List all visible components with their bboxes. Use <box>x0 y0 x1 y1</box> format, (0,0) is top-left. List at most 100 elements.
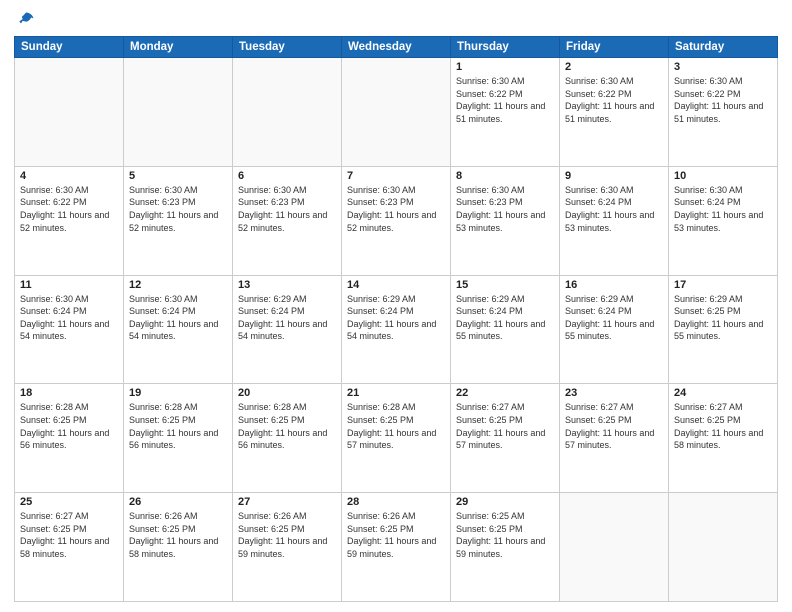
day-cell: 29 Sunrise: 6:25 AMSunset: 6:25 PMDayligh… <box>451 493 560 602</box>
week-row-1: 1 Sunrise: 6:30 AMSunset: 6:22 PMDaylight… <box>15 58 778 167</box>
day-number: 12 <box>129 279 227 291</box>
day-number: 23 <box>565 387 663 399</box>
day-cell: 8 Sunrise: 6:30 AMSunset: 6:23 PMDaylight… <box>451 166 560 275</box>
day-number: 17 <box>674 279 772 291</box>
day-number: 13 <box>238 279 336 291</box>
day-info: Sunrise: 6:28 AMSunset: 6:25 PMDaylight:… <box>347 401 445 451</box>
day-info: Sunrise: 6:26 AMSunset: 6:25 PMDaylight:… <box>347 510 445 560</box>
day-number: 18 <box>20 387 118 399</box>
weekday-header-row: SundayMondayTuesdayWednesdayThursdayFrid… <box>15 37 778 58</box>
calendar-table: SundayMondayTuesdayWednesdayThursdayFrid… <box>14 36 778 602</box>
day-cell: 15 Sunrise: 6:29 AMSunset: 6:24 PMDayligh… <box>451 275 560 384</box>
day-cell <box>15 58 124 167</box>
day-number: 24 <box>674 387 772 399</box>
day-number: 5 <box>129 170 227 182</box>
day-cell: 5 Sunrise: 6:30 AMSunset: 6:23 PMDaylight… <box>124 166 233 275</box>
day-cell: 6 Sunrise: 6:30 AMSunset: 6:23 PMDaylight… <box>233 166 342 275</box>
day-cell: 17Sunrise: 6:29 AMSunset: 6:25 PMDayligh… <box>669 275 778 384</box>
day-number: 4 <box>20 170 118 182</box>
day-cell: 16Sunrise: 6:29 AMSunset: 6:24 PMDayligh… <box>560 275 669 384</box>
day-cell: 4 Sunrise: 6:30 AMSunset: 6:22 PMDaylight… <box>15 166 124 275</box>
day-cell: 12 Sunrise: 6:30 AMSunset: 6:24 PMDayligh… <box>124 275 233 384</box>
day-info: Sunrise: 6:30 AMSunset: 6:23 PMDaylight:… <box>129 184 227 234</box>
day-cell <box>233 58 342 167</box>
day-cell: 7 Sunrise: 6:30 AMSunset: 6:23 PMDaylight… <box>342 166 451 275</box>
week-row-5: 25Sunrise: 6:27 AMSunset: 6:25 PMDayligh… <box>15 493 778 602</box>
day-number: 29 <box>456 496 554 508</box>
day-info: Sunrise: 6:29 AMSunset: 6:24 PMDaylight:… <box>456 293 554 343</box>
weekday-header-monday: Monday <box>124 37 233 58</box>
day-number: 16 <box>565 279 663 291</box>
day-cell: 18 Sunrise: 6:28 AMSunset: 6:25 PMDayligh… <box>15 384 124 493</box>
day-number: 20 <box>238 387 336 399</box>
day-number: 2 <box>565 61 663 73</box>
day-info: Sunrise: 6:30 AMSunset: 6:24 PMDaylight:… <box>129 293 227 343</box>
day-number: 6 <box>238 170 336 182</box>
day-info: Sunrise: 6:30 AMSunset: 6:22 PMDaylight:… <box>456 75 554 125</box>
day-number: 25 <box>20 496 118 508</box>
day-info: Sunrise: 6:30 AMSunset: 6:22 PMDaylight:… <box>565 75 663 125</box>
day-number: 10 <box>674 170 772 182</box>
day-info: Sunrise: 6:27 AMSunset: 6:25 PMDaylight:… <box>456 401 554 451</box>
day-cell: 26Sunrise: 6:26 AMSunset: 6:25 PMDayligh… <box>124 493 233 602</box>
page: SundayMondayTuesdayWednesdayThursdayFrid… <box>0 0 792 612</box>
day-info: Sunrise: 6:30 AMSunset: 6:23 PMDaylight:… <box>238 184 336 234</box>
day-number: 11 <box>20 279 118 291</box>
day-info: Sunrise: 6:30 AMSunset: 6:23 PMDaylight:… <box>456 184 554 234</box>
day-info: Sunrise: 6:30 AMSunset: 6:22 PMDaylight:… <box>674 75 772 125</box>
day-number: 27 <box>238 496 336 508</box>
day-info: Sunrise: 6:26 AMSunset: 6:25 PMDaylight:… <box>238 510 336 560</box>
day-cell: 9Sunrise: 6:30 AMSunset: 6:24 PMDaylight… <box>560 166 669 275</box>
day-number: 22 <box>456 387 554 399</box>
day-number: 1 <box>456 61 554 73</box>
day-cell <box>669 493 778 602</box>
day-info: Sunrise: 6:30 AMSunset: 6:24 PMDaylight:… <box>674 184 772 234</box>
day-number: 19 <box>129 387 227 399</box>
day-number: 3 <box>674 61 772 73</box>
day-cell: 1 Sunrise: 6:30 AMSunset: 6:22 PMDaylight… <box>451 58 560 167</box>
day-info: Sunrise: 6:30 AMSunset: 6:23 PMDaylight:… <box>347 184 445 234</box>
day-cell: 3 Sunrise: 6:30 AMSunset: 6:22 PMDaylight… <box>669 58 778 167</box>
day-cell: 13 Sunrise: 6:29 AMSunset: 6:24 PMDayligh… <box>233 275 342 384</box>
day-number: 28 <box>347 496 445 508</box>
day-number: 7 <box>347 170 445 182</box>
day-cell: 28 Sunrise: 6:26 AMSunset: 6:25 PMDayligh… <box>342 493 451 602</box>
day-cell <box>124 58 233 167</box>
day-cell: 23 Sunrise: 6:27 AMSunset: 6:25 PMDayligh… <box>560 384 669 493</box>
calendar-body: 1 Sunrise: 6:30 AMSunset: 6:22 PMDaylight… <box>15 58 778 602</box>
day-number: 26 <box>129 496 227 508</box>
week-row-2: 4 Sunrise: 6:30 AMSunset: 6:22 PMDaylight… <box>15 166 778 275</box>
day-cell: 11 Sunrise: 6:30 AMSunset: 6:24 PMDayligh… <box>15 275 124 384</box>
logo <box>14 10 36 30</box>
day-cell: 22 Sunrise: 6:27 AMSunset: 6:25 PMDayligh… <box>451 384 560 493</box>
day-cell: 25Sunrise: 6:27 AMSunset: 6:25 PMDayligh… <box>15 493 124 602</box>
day-info: Sunrise: 6:25 AMSunset: 6:25 PMDaylight:… <box>456 510 554 560</box>
day-number: 8 <box>456 170 554 182</box>
week-row-4: 18 Sunrise: 6:28 AMSunset: 6:25 PMDayligh… <box>15 384 778 493</box>
day-cell: 19 Sunrise: 6:28 AMSunset: 6:25 PMDayligh… <box>124 384 233 493</box>
weekday-header-sunday: Sunday <box>15 37 124 58</box>
day-number: 21 <box>347 387 445 399</box>
week-row-3: 11 Sunrise: 6:30 AMSunset: 6:24 PMDayligh… <box>15 275 778 384</box>
day-info: Sunrise: 6:28 AMSunset: 6:25 PMDaylight:… <box>129 401 227 451</box>
weekday-header-tuesday: Tuesday <box>233 37 342 58</box>
day-info: Sunrise: 6:29 AMSunset: 6:24 PMDaylight:… <box>347 293 445 343</box>
day-number: 14 <box>347 279 445 291</box>
weekday-header-wednesday: Wednesday <box>342 37 451 58</box>
weekday-header-saturday: Saturday <box>669 37 778 58</box>
day-info: Sunrise: 6:28 AMSunset: 6:25 PMDaylight:… <box>20 401 118 451</box>
day-number: 15 <box>456 279 554 291</box>
day-number: 9 <box>565 170 663 182</box>
day-cell: 21 Sunrise: 6:28 AMSunset: 6:25 PMDayligh… <box>342 384 451 493</box>
day-cell: 10 Sunrise: 6:30 AMSunset: 6:24 PMDayligh… <box>669 166 778 275</box>
weekday-header-friday: Friday <box>560 37 669 58</box>
day-info: Sunrise: 6:27 AMSunset: 6:25 PMDaylight:… <box>565 401 663 451</box>
day-info: Sunrise: 6:29 AMSunset: 6:24 PMDaylight:… <box>238 293 336 343</box>
day-cell: 20Sunrise: 6:28 AMSunset: 6:25 PMDayligh… <box>233 384 342 493</box>
day-cell <box>342 58 451 167</box>
day-cell: 24Sunrise: 6:27 AMSunset: 6:25 PMDayligh… <box>669 384 778 493</box>
day-info: Sunrise: 6:30 AMSunset: 6:22 PMDaylight:… <box>20 184 118 234</box>
logo-bird-icon <box>16 10 36 30</box>
day-info: Sunrise: 6:30 AMSunset: 6:24 PMDaylight:… <box>20 293 118 343</box>
weekday-header-thursday: Thursday <box>451 37 560 58</box>
